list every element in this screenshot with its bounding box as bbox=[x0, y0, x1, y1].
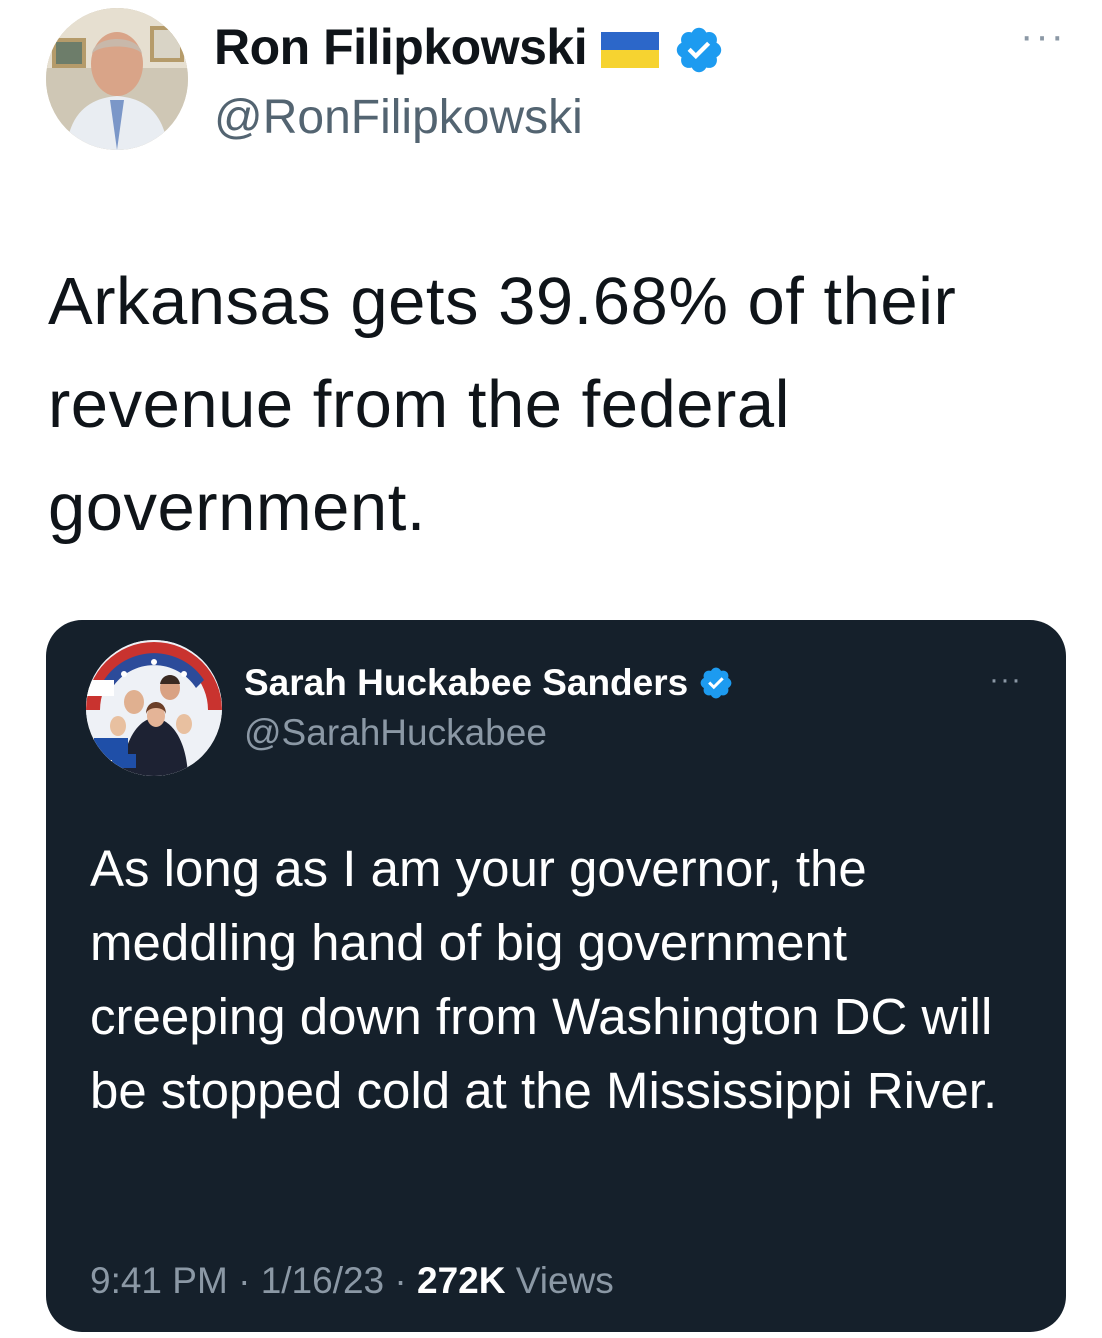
family-photo-avatar-icon bbox=[86, 640, 222, 776]
tweet-text: Arkansas gets 39.68% of their revenue fr… bbox=[48, 264, 957, 545]
author-name-row: Ron Filipkowski bbox=[214, 12, 725, 82]
more-options-button[interactable]: ··· bbox=[1020, 16, 1066, 56]
meta-separator: · bbox=[227, 1260, 261, 1301]
quoted-tweet-text: As long as I am your governor, the meddl… bbox=[90, 840, 998, 1119]
quoted-author-name-row: Sarah Huckabee Sanders bbox=[244, 662, 734, 704]
views-label: Views bbox=[515, 1260, 614, 1301]
quoted-author-handle[interactable]: @SarahHuckabee bbox=[244, 712, 547, 754]
tweet-header: Ron Filipkowski @RonFilipkowski ··· bbox=[46, 6, 1066, 156]
views-count: 272K bbox=[417, 1260, 506, 1301]
quoted-tweet-card[interactable]: Sarah Huckabee Sanders @SarahHuckabee ··… bbox=[46, 620, 1066, 1332]
verified-badge-icon[interactable] bbox=[673, 24, 725, 76]
meta-separator: · bbox=[384, 1260, 418, 1301]
quoted-author-display-name[interactable]: Sarah Huckabee Sanders bbox=[244, 662, 688, 704]
author-display-name[interactable]: Ron Filipkowski bbox=[214, 18, 588, 76]
quoted-author-avatar[interactable] bbox=[86, 640, 222, 776]
tweet-date[interactable]: 1/16/23 bbox=[261, 1260, 384, 1301]
verified-badge-icon[interactable] bbox=[698, 665, 734, 701]
quoted-more-options-button[interactable]: ··· bbox=[989, 665, 1022, 695]
tweet-time[interactable]: 9:41 PM bbox=[90, 1260, 228, 1301]
quoted-tweet-meta: 9:41 PM · 1/16/23 · 272K Views bbox=[90, 1260, 614, 1302]
author-handle[interactable]: @RonFilipkowski bbox=[214, 90, 583, 145]
avatar-photo-icon bbox=[46, 8, 188, 150]
ukraine-flag-icon bbox=[601, 32, 660, 68]
author-avatar[interactable] bbox=[46, 8, 188, 150]
